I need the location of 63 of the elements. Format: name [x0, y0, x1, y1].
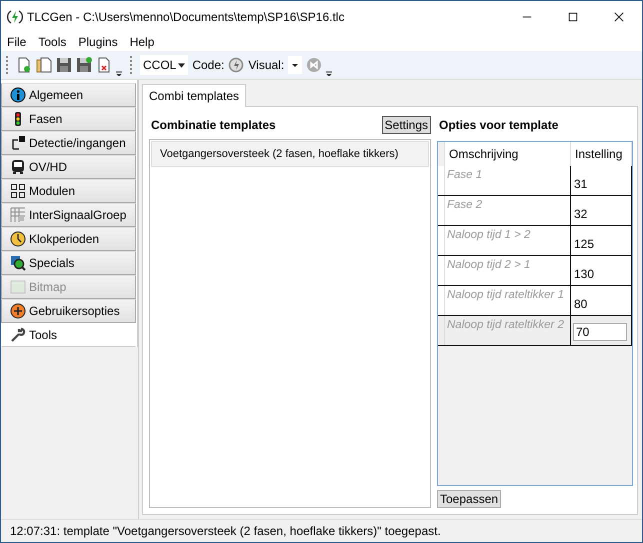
grid-row[interactable]: Fase 2 32: [438, 196, 632, 226]
plus-icon: [10, 303, 26, 319]
grid-row[interactable]: Fase 1 31: [438, 166, 632, 196]
section-heading: Combinatie templates: [150, 118, 276, 132]
value-field[interactable]: 70: [573, 323, 627, 341]
visual-dropdown[interactable]: [288, 56, 302, 74]
menu-item[interactable]: Tools: [32, 34, 72, 48]
status-bar: 12:07:31: template "Voetgangersoversteek (2 fasen, hoeflake tikkers)" toegepast.: [1, 519, 642, 542]
modules-icon: [10, 183, 26, 199]
sidebar-item[interactable]: InterSignaalGroep: [1, 203, 136, 227]
close-file-icon[interactable]: [96, 57, 112, 73]
value-cell: 32: [573, 207, 588, 221]
open-file-icon[interactable]: [36, 57, 52, 73]
info-icon: [10, 87, 26, 103]
grid-row[interactable]: Naloop tijd rateltikker 2 70: [438, 316, 632, 346]
generate-icon[interactable]: [228, 57, 244, 73]
grid-row[interactable]: Naloop tijd 1 > 2 125: [438, 226, 632, 256]
value-cell: 130: [573, 267, 594, 281]
clock-icon: [10, 231, 26, 247]
section-heading: Opties voor template: [438, 117, 560, 134]
grid-row[interactable]: Naloop tijd rateltikker 1 80: [438, 286, 632, 316]
value-cell: 80: [573, 297, 588, 311]
grid-row[interactable]: Naloop tijd 2 > 1 130: [438, 256, 632, 286]
detector-icon: [10, 135, 26, 151]
template-item[interactable]: Voetgangersoversteek (2 fasen, hoeflake tikkers): [151, 141, 429, 167]
settings-button[interactable]: Settings: [382, 116, 431, 134]
description-cell: Naloop tijd 2 > 1: [445, 256, 571, 285]
sidebar-item[interactable]: Modulen: [1, 179, 136, 203]
wrench-icon: [10, 327, 26, 343]
sidebar-item[interactable]: Detectie/ingangen: [1, 131, 136, 155]
sidebar-item[interactable]: Algemeen: [1, 83, 136, 107]
column-header[interactable]: Instelling: [571, 142, 632, 166]
code-label: Code:: [192, 58, 224, 72]
magnifier-icon: [10, 255, 26, 271]
sidebar-item[interactable]: Gebruikersopties: [1, 299, 136, 323]
menu-item[interactable]: Help: [124, 34, 160, 48]
column-header[interactable]: Omschrijving: [445, 142, 571, 166]
visual-label: Visual:: [248, 58, 284, 72]
description-cell: Fase 1: [445, 166, 571, 195]
description-cell: Fase 2: [445, 196, 571, 225]
tab[interactable]: Combi templates: [142, 84, 246, 107]
caret-icon: [178, 62, 186, 68]
sidebar-item[interactable]: Klokperioden: [1, 227, 136, 251]
save-icon[interactable]: [56, 57, 72, 73]
app-logo-icon: [7, 8, 23, 24]
grid-icon: [10, 207, 26, 223]
description-cell: Naloop tijd rateltikker 2: [445, 316, 571, 345]
menu-item[interactable]: File: [1, 34, 32, 48]
generator-dropdown[interactable]: CCOL: [140, 55, 188, 75]
apply-button[interactable]: Toepassen: [437, 490, 502, 508]
description-cell: Naloop tijd 1 > 2: [445, 226, 571, 255]
new-file-icon[interactable]: [16, 57, 32, 73]
value-cell: 125: [573, 237, 594, 251]
description-cell: Naloop tijd rateltikker 1: [445, 286, 571, 315]
value-cell: 31: [573, 177, 588, 191]
bus-icon: [10, 159, 26, 175]
sidebar-item[interactable]: Fasen: [1, 107, 136, 131]
image-icon: [10, 279, 26, 295]
sidebar-item[interactable]: Specials: [1, 251, 136, 275]
menu-item[interactable]: Plugins: [72, 34, 124, 48]
save-as-icon[interactable]: [76, 57, 92, 73]
window-title: TLCGen - C:\Users\menno\Documents\temp\SP16\SP16.tlc: [27, 10, 346, 24]
sidebar-item[interactable]: OV/HD: [1, 155, 136, 179]
